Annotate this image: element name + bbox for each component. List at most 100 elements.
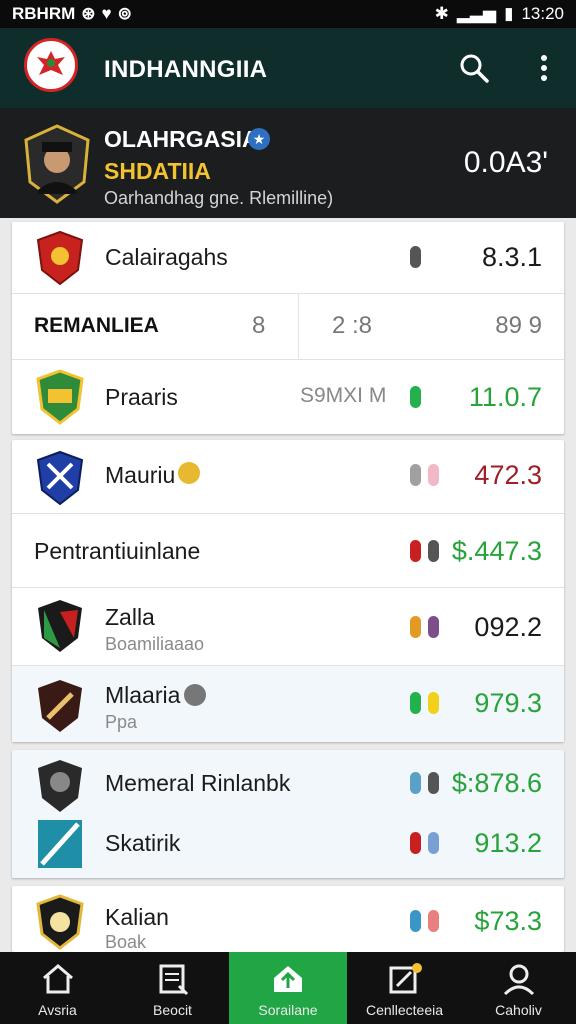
carrier-label: RBHRM: [12, 4, 76, 23]
team-value: $:878.6: [451, 768, 542, 798]
list-item[interactable]: Mlaaria Ppa 979.3: [12, 666, 564, 742]
app-logo: [24, 38, 78, 92]
team-crest-icon: [36, 894, 84, 950]
battery-icon: ▮: [504, 4, 514, 23]
team-value: $.447.3: [451, 536, 542, 566]
nav-item-list[interactable]: Beocit: [115, 952, 230, 1024]
status-indicator: [428, 464, 439, 486]
status-indicator: [410, 772, 421, 794]
police-badge-avatar: [24, 124, 90, 204]
status-indicator: [428, 772, 439, 794]
nav-item-upload[interactable]: Sorailane: [229, 952, 347, 1024]
nav-label: Beocit: [153, 1002, 192, 1018]
list-item[interactable]: Memeral Rinlanbk $:878.6: [12, 750, 564, 814]
standings-card-3: Memeral Rinlanbk $:878.6 Skatirik 913.2: [12, 750, 564, 878]
profile-score: 0.0A3': [463, 146, 548, 179]
eagle-icon: [37, 51, 65, 75]
list-item[interactable]: Pentrantiuinlane $.447.3: [12, 514, 564, 588]
status-indicator: [410, 246, 421, 268]
team-value: $73.3: [474, 906, 542, 936]
team-name: Memeral Rinlanbk: [105, 770, 291, 796]
team-crest-icon: [38, 600, 82, 652]
edit-notification-icon: [389, 963, 422, 994]
column-header-3[interactable]: 89 9: [495, 312, 542, 340]
status-indicator: [410, 616, 421, 638]
status-indicator: [428, 540, 439, 562]
status-indicator: [410, 692, 421, 714]
status-indicator: [410, 464, 421, 486]
signal-icon: ▂▃▅: [456, 4, 497, 23]
column-header-1[interactable]: 8: [252, 312, 265, 340]
team-name: Zalla: [105, 604, 155, 630]
team-value: 8.3.1: [481, 242, 542, 272]
app-bar: INDHANNGIIA: [0, 28, 576, 108]
team-name: Calairagahs: [105, 244, 228, 270]
nav-label: Cenllecteeia: [365, 1002, 444, 1018]
team-crest-icon: [38, 760, 82, 812]
nav-label: Sorailane: [258, 1002, 318, 1018]
team-value: 472.3: [474, 460, 542, 490]
profile-name: OLAHRGASIA: [104, 126, 259, 152]
nav-item-profile[interactable]: Caholiv: [461, 952, 576, 1024]
team-meta: S9MXI M: [300, 384, 387, 407]
list-item[interactable]: Kalian Boak $73.3: [12, 886, 564, 952]
status-indicator: [410, 910, 421, 932]
divider: [298, 294, 299, 360]
profile-description: Oarhandhag gne. Rlemilline): [104, 188, 334, 208]
team-subtitle: Boamiliaaao: [105, 634, 205, 654]
more-options-icon[interactable]: [532, 52, 556, 84]
nav-label: Avsria: [38, 1002, 77, 1018]
status-indicator: [428, 832, 439, 854]
standings-card-2: Mauriu 472.3 Pentrantiuinlane $.447.3 Za…: [12, 440, 564, 742]
list-item[interactable]: Mauriu 472.3: [12, 440, 564, 514]
team-name: Praaris: [105, 384, 178, 410]
team-subtitle: Ppa: [105, 712, 138, 732]
team-value: 913.2: [474, 828, 542, 858]
team-crest-icon: [36, 369, 84, 425]
trophy-icon: [178, 462, 200, 484]
list-item[interactable]: Calairagahs 8.3.1: [12, 222, 564, 294]
table-header: REMANLIEA 8 2 :8 89 9: [12, 294, 564, 360]
status-indicator: [428, 910, 439, 932]
profile-team: SHDATIIA: [104, 158, 211, 184]
team-crest-icon: [36, 450, 84, 506]
app-title: INDHANNGIIA: [104, 56, 268, 83]
nav-item-home[interactable]: Avsria: [0, 952, 115, 1024]
sync-icon: ⊚: [117, 4, 132, 23]
team-value: 11.0.7: [468, 382, 542, 412]
team-name: Mlaaria: [105, 682, 181, 708]
bottom-navigation: Avsria Beocit Sorailane Cenllecteeia Cah…: [0, 952, 576, 1024]
list-item[interactable]: Zalla Boamiliaaao 092.2: [12, 588, 564, 666]
status-indicator: [428, 692, 439, 714]
status-bar: RBHRM ⊛ ♥ ⊚ ✱ ▂▃▅ ▮ 13:20: [0, 0, 576, 28]
profile-icon: [503, 964, 535, 996]
bluetooth-icon: ✱: [434, 4, 449, 23]
team-crest-icon: [38, 820, 82, 868]
column-header-2[interactable]: 2 :8: [332, 312, 372, 340]
clock: 13:20: [521, 4, 564, 23]
list-item[interactable]: Skatirik 913.2: [12, 814, 564, 878]
info-icon: [184, 684, 206, 706]
profile-header[interactable]: OLAHRGASIA ★ SHDATIIA Oarhandhag gne. Rl…: [0, 108, 576, 218]
list-icon: [159, 964, 189, 996]
notification-icon: ⊛: [81, 4, 96, 23]
team-name: Pentrantiuinlane: [34, 538, 201, 564]
status-indicator: [428, 616, 439, 638]
nav-label: Caholiv: [495, 1002, 542, 1018]
team-name: Skatirik: [105, 830, 181, 856]
home-icon: [43, 964, 73, 994]
nav-item-collections[interactable]: Cenllecteeia: [347, 952, 462, 1024]
status-indicator: [410, 386, 421, 408]
search-icon[interactable]: [458, 52, 490, 84]
list-item[interactable]: Praaris S9MXI M 11.0.7: [12, 360, 564, 434]
team-crest-icon: [38, 680, 82, 732]
shield-icon: ♥: [101, 4, 112, 23]
status-indicator: [410, 832, 421, 854]
team-subtitle: Boak: [105, 932, 147, 952]
verified-icon: ★: [248, 128, 270, 150]
team-value: 979.3: [474, 688, 542, 718]
team-name: Kalian: [105, 904, 169, 930]
team-crest-icon: [36, 230, 84, 286]
section-label: REMANLIEA: [34, 314, 159, 337]
team-value: 092.2: [474, 612, 542, 642]
